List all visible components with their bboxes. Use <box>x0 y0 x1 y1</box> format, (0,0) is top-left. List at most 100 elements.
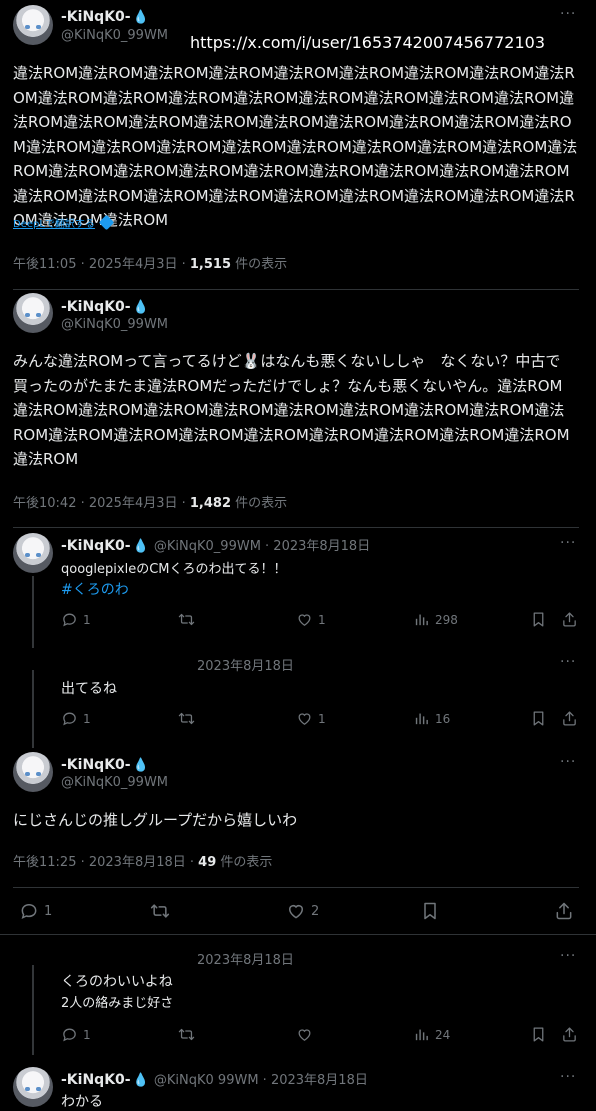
verified-drop-icon: 💧 <box>132 539 149 554</box>
avatar[interactable] <box>13 752 53 792</box>
view-count: 1,482 <box>189 496 232 511</box>
like-button[interactable]: 2 <box>286 901 319 921</box>
bookmark-icon <box>420 901 440 921</box>
retweet-button[interactable] <box>178 1026 195 1043</box>
more-icon[interactable]: ··· <box>560 535 576 551</box>
author-name[interactable]: -KiNqK0- <box>61 538 131 554</box>
views-button[interactable]: 24 <box>413 1026 450 1043</box>
reply-date[interactable]: 2023年8月18日 <box>197 655 294 674</box>
share-button[interactable] <box>561 611 578 628</box>
bookmark-icon <box>530 611 547 628</box>
verified-drop-icon: 💧 <box>132 300 149 315</box>
views-button[interactable]: 298 <box>413 611 458 628</box>
url-overlay: https://x.com/i/user/1653742007456772103 <box>190 33 546 52</box>
retweet-icon <box>178 611 195 628</box>
verified-drop-icon: 💧 <box>132 10 149 25</box>
reply-button[interactable]: 1 <box>61 710 91 727</box>
avatar[interactable] <box>13 293 53 333</box>
retweet-icon <box>178 710 195 727</box>
reply-text-line2: 2人の絡みまじ好さ <box>61 996 174 1011</box>
reply-header[interactable]: -KiNqK0- 💧 @KiNqK0_99WM · 2023年8月18日 <box>61 535 370 554</box>
translate-link[interactable]: DeepLで翻訳する <box>13 215 95 230</box>
reply-text: qooglepixleのCMくろのわ出てる！！ <box>61 562 287 577</box>
reply-button[interactable]: 1 <box>19 901 52 921</box>
verified-drop-icon: 💧 <box>132 758 149 773</box>
thread-line <box>32 670 34 748</box>
reply-button[interactable]: 1 <box>61 611 91 628</box>
post-author[interactable]: -KiNqK0- 💧 <box>61 6 149 25</box>
more-icon[interactable]: ··· <box>560 948 576 964</box>
hashtag-link[interactable]: #くろのわ <box>61 579 129 599</box>
view-count: 1,515 <box>189 257 232 272</box>
more-icon[interactable]: ··· <box>560 6 576 22</box>
like-button[interactable]: 1 <box>296 710 326 727</box>
reply-button[interactable]: 1 <box>61 1026 91 1043</box>
more-icon[interactable]: ··· <box>560 654 576 670</box>
post-timestamp[interactable]: 午後10:42 · 2025年4月3日 · 1,482 件の表示 <box>13 492 287 511</box>
like-button[interactable]: 1 <box>296 611 326 628</box>
retweet-button[interactable] <box>150 901 170 921</box>
divider <box>0 934 596 935</box>
reply-icon <box>61 611 78 628</box>
like-icon <box>296 1026 313 1043</box>
verified-drop-icon: 💧 <box>132 1073 149 1088</box>
reply-date[interactable]: 2023年8月18日 <box>197 949 294 968</box>
post-author[interactable]: -KiNqK0- 💧 <box>61 754 149 773</box>
retweet-icon <box>150 901 170 921</box>
post-text: にじさんじの推しグループだから嬉しいわ <box>13 811 298 829</box>
author-handle[interactable]: @KiNqK0_99WM <box>61 317 168 332</box>
like-icon <box>286 901 306 921</box>
author-name[interactable]: -KiNqK0- <box>61 9 131 25</box>
bookmark-button[interactable] <box>530 1026 547 1043</box>
reply-text: わかる <box>61 1094 103 1110</box>
bookmark-button[interactable] <box>530 611 547 628</box>
retweet-icon <box>178 1026 195 1043</box>
post-author[interactable]: -KiNqK0- 💧 <box>61 296 149 315</box>
views-icon <box>413 611 430 628</box>
handle-date[interactable]: @KiNqK0 99WM · 2023年8月18日 <box>154 1073 368 1088</box>
thread-line <box>32 965 34 1055</box>
share-button[interactable] <box>561 1026 578 1043</box>
like-icon <box>296 710 313 727</box>
retweet-button[interactable] <box>178 710 195 727</box>
author-name[interactable]: -KiNqK0- <box>61 757 131 773</box>
author-handle[interactable]: @KiNqK0_99WM <box>61 775 168 790</box>
author-name[interactable]: -KiNqK0- <box>61 1072 131 1088</box>
more-icon[interactable]: ··· <box>560 754 576 770</box>
views-button[interactable]: 16 <box>413 710 450 727</box>
author-handle[interactable]: @KiNqK0_99WM <box>61 28 168 43</box>
avatar[interactable] <box>13 533 53 573</box>
bookmark-button[interactable] <box>420 901 440 921</box>
deepl-icon <box>98 214 115 231</box>
post-text: 違法ROM違法ROM違法ROM違法ROM違法ROM違法ROM違法ROM違法ROM… <box>13 64 578 229</box>
view-count: 49 <box>198 855 217 870</box>
author-name[interactable]: -KiNqK0- <box>61 299 131 315</box>
more-icon[interactable]: ··· <box>560 1069 576 1085</box>
divider <box>13 887 579 888</box>
thread-line <box>32 576 34 648</box>
avatar[interactable] <box>13 5 53 45</box>
reply-icon <box>61 1026 78 1043</box>
like-button[interactable] <box>296 1026 313 1043</box>
post-timestamp[interactable]: 午後11:05 · 2025年4月3日 · 1,515 件の表示 <box>13 253 287 272</box>
handle-date[interactable]: @KiNqK0_99WM · 2023年8月18日 <box>154 539 370 554</box>
share-icon <box>561 611 578 628</box>
post-timestamp[interactable]: 午後11:25 · 2023年8月18日 · 49 件の表示 <box>13 851 272 870</box>
share-icon <box>561 710 578 727</box>
share-icon <box>554 901 574 921</box>
like-icon <box>296 611 313 628</box>
bookmark-icon <box>530 1026 547 1043</box>
retweet-button[interactable] <box>178 611 195 628</box>
bookmark-button[interactable] <box>530 710 547 727</box>
share-icon <box>561 1026 578 1043</box>
share-button[interactable] <box>561 710 578 727</box>
views-icon <box>413 1026 430 1043</box>
reply-header[interactable]: -KiNqK0- 💧 @KiNqK0 99WM · 2023年8月18日 <box>61 1069 368 1088</box>
divider <box>13 527 579 528</box>
avatar[interactable] <box>13 1067 53 1107</box>
reply-icon <box>61 710 78 727</box>
reply-text: 出てるね <box>61 681 117 697</box>
reply-icon <box>19 901 39 921</box>
post-text: みんな違法ROMって言ってるけど🐰はなんも悪くないししゃ なくない？中古で買った… <box>13 352 570 468</box>
share-button[interactable] <box>554 901 574 921</box>
